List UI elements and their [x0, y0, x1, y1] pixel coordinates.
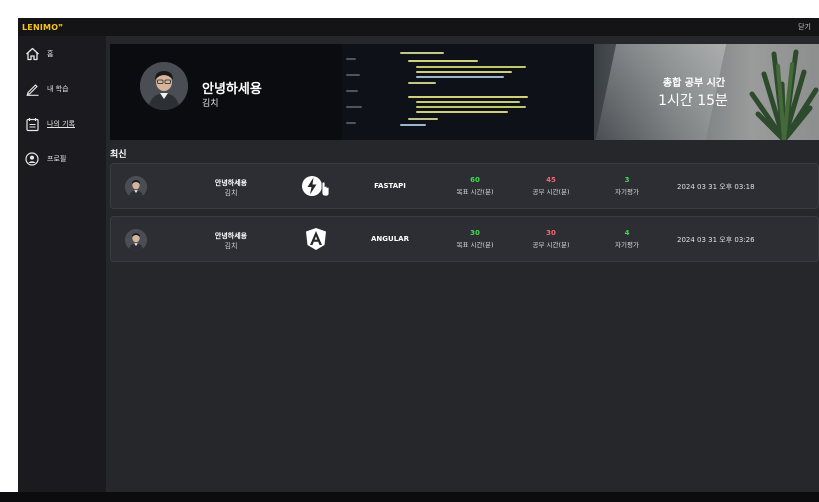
- self-rating-stat: 3 자기평가: [599, 176, 655, 196]
- sidebar-item-label: 나의 기록: [47, 120, 75, 128]
- angular-icon: [301, 225, 331, 253]
- sidebar-item-home[interactable]: 홈: [24, 44, 106, 64]
- record-greeting: 안녕하세용: [214, 232, 248, 240]
- goal-time-label: 목표 시간(분): [456, 188, 494, 196]
- record-greeting: 안녕하세용: [214, 179, 248, 187]
- top-bar: LENIMO❞ 닫기: [18, 18, 819, 36]
- record-card[interactable]: 안녕하세용 김치 FASTAPI 60 목표 시간(분) 45 공부 시간(분)…: [110, 163, 819, 209]
- code-background-image: [342, 44, 604, 140]
- avatar: [125, 229, 147, 251]
- study-time-label: 공부 시간(분): [532, 241, 570, 249]
- self-rating-stat: 4 자기평가: [599, 229, 655, 249]
- record-subject: ANGULAR: [371, 235, 409, 243]
- sidebar-item-label: 프로필: [47, 155, 67, 163]
- self-rating-label: 자기평가: [615, 241, 639, 249]
- record-user-name: 김치: [224, 189, 238, 197]
- record-date: 2024 03 31 오후 03:26: [677, 236, 755, 244]
- goal-time-value: 30: [470, 229, 480, 237]
- record-user-name: 김치: [224, 242, 238, 250]
- avatar: [140, 62, 188, 110]
- sidebar-item-my-study[interactable]: 내 학습: [24, 79, 106, 99]
- goal-time-stat: 60 목표 시간(분): [447, 176, 503, 196]
- banner-user-name: 김치: [202, 99, 219, 109]
- self-rating-value: 4: [624, 229, 630, 237]
- record-card[interactable]: 안녕하세용 김치 ANGULAR 30 목표 시간(분) 30 공부 시간(분)…: [110, 216, 819, 262]
- fastapi-bolt-icon: [301, 172, 331, 200]
- profile-banner: 안녕하세용 김치 총합 공부 시간 1시간 15분: [110, 44, 819, 140]
- study-time-value: 30: [546, 229, 556, 237]
- avatar: [125, 176, 147, 198]
- sidebar-item-label: 홈: [47, 50, 54, 58]
- section-title: 최신: [110, 150, 127, 160]
- goal-time-label: 목표 시간(분): [456, 241, 494, 249]
- study-time-stat: 45 공부 시간(분): [523, 176, 579, 196]
- total-study-time-label: 총합 공부 시간: [662, 78, 726, 89]
- calendar-icon: [24, 116, 40, 132]
- banner-greeting: 안녕하세용: [202, 82, 262, 97]
- goal-time-value: 60: [470, 176, 480, 184]
- study-time-value: 45: [546, 176, 556, 184]
- record-subject: FASTAPI: [374, 182, 406, 190]
- bottom-bar: [0, 492, 819, 502]
- pencil-icon: [24, 81, 40, 97]
- main-content: 안녕하세용 김치 총합 공부 시간 1시간 15분 최신 안녕하세용 김치 FA…: [106, 36, 819, 492]
- app-logo[interactable]: LENIMO❞: [22, 23, 63, 32]
- user-circle-icon: [24, 151, 40, 167]
- self-rating-label: 자기평가: [615, 188, 639, 196]
- sidebar: 홈 내 학습 나의 기록 프로필: [18, 36, 106, 492]
- sidebar-item-label: 내 학습: [47, 85, 69, 93]
- quote-mark-icon: ❞: [58, 22, 64, 32]
- close-button[interactable]: 닫기: [798, 22, 811, 32]
- app-window: LENIMO❞ 닫기 홈 내 학습 나의 기록 프로필 안녕하세용 김치 총합 …: [18, 18, 819, 492]
- study-time-stat: 30 공부 시간(분): [523, 229, 579, 249]
- total-study-time-value: 1시간 15분: [658, 93, 728, 109]
- goal-time-stat: 30 목표 시간(분): [447, 229, 503, 249]
- sidebar-item-my-records[interactable]: 나의 기록: [24, 114, 106, 134]
- record-date: 2024 03 31 오후 03:18: [677, 183, 755, 191]
- home-icon: [24, 46, 40, 62]
- study-time-label: 공부 시간(분): [532, 188, 570, 196]
- self-rating-value: 3: [624, 176, 630, 184]
- sidebar-item-profile[interactable]: 프로필: [24, 149, 106, 169]
